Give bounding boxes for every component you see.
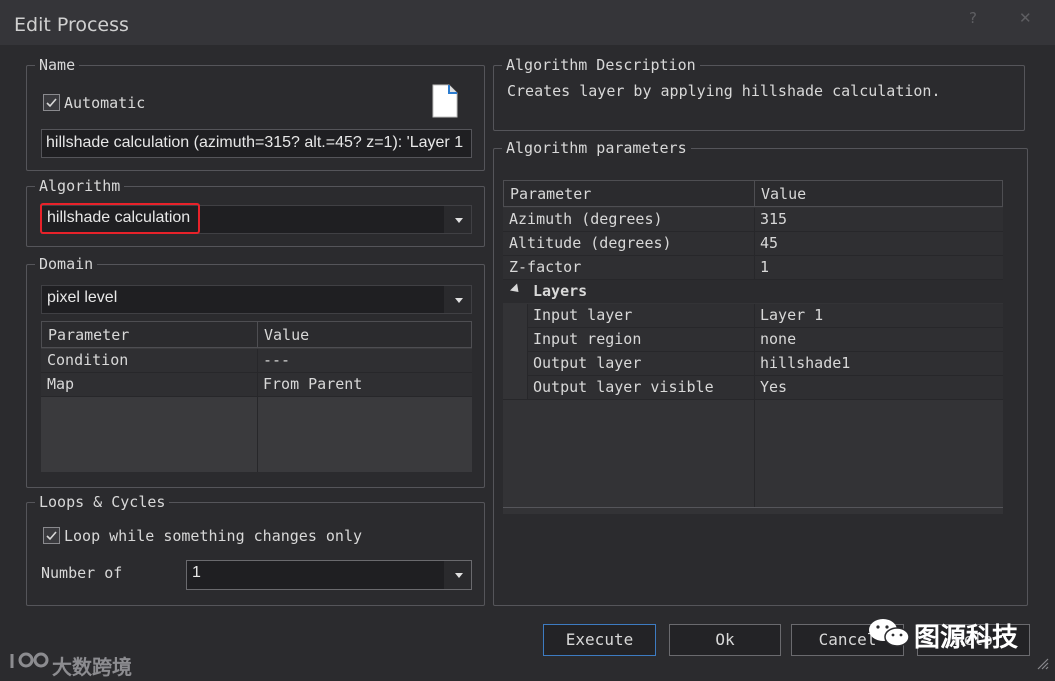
parameter-cell: Map bbox=[47, 375, 75, 393]
help-icon[interactable]: ? bbox=[969, 9, 977, 27]
window-title: Edit Process bbox=[14, 14, 129, 36]
value-cell: Yes bbox=[760, 378, 788, 396]
number-of-value: 1 bbox=[192, 564, 201, 581]
parameter-cell: Azimuth (degrees) bbox=[509, 210, 663, 228]
wechat-icon bbox=[867, 616, 911, 650]
column-header-value[interactable]: Value bbox=[754, 180, 1003, 207]
automatic-checkbox[interactable] bbox=[43, 94, 60, 111]
value-cell: 315 bbox=[760, 210, 788, 228]
table-row[interactable]: Azimuth (degrees) 315 bbox=[503, 208, 1003, 231]
chevron-down-icon[interactable] bbox=[443, 286, 471, 313]
algorithm-legend: Algorithm bbox=[35, 177, 125, 195]
domain-select[interactable]: pixel level bbox=[41, 285, 472, 314]
value-cell: none bbox=[760, 330, 797, 348]
close-icon[interactable]: ✕ bbox=[1019, 9, 1032, 27]
value-cell: hillshade1 bbox=[760, 354, 851, 372]
section-row-layers[interactable]: Layers bbox=[503, 280, 1003, 303]
expand-triangle-icon[interactable] bbox=[509, 283, 523, 296]
parameter-cell: Output layer visible bbox=[533, 378, 714, 396]
value-cell: 45 bbox=[760, 234, 779, 252]
name-field[interactable]: hillshade calculation (azimuth=315? alt.… bbox=[41, 129, 472, 158]
number-of-select[interactable]: 1 bbox=[186, 560, 472, 590]
column-divider bbox=[257, 349, 258, 472]
table-bottom-border bbox=[503, 507, 1003, 508]
loop-label: Loop while something changes only bbox=[64, 527, 363, 545]
column-divider bbox=[754, 208, 755, 280]
row-divider bbox=[503, 279, 1003, 280]
table-row[interactable]: Z-factor 1 bbox=[503, 256, 1003, 279]
domain-legend: Domain bbox=[35, 255, 98, 273]
parameter-cell: Input layer bbox=[533, 306, 633, 324]
description-text: Creates layer by applying hillshade calc… bbox=[507, 82, 941, 100]
row-divider bbox=[527, 351, 1003, 352]
domain-table: Parameter Value Condition --- Map From P… bbox=[41, 321, 472, 472]
loops-legend: Loops & Cycles bbox=[35, 493, 170, 511]
document-icon[interactable] bbox=[432, 84, 458, 118]
title-bar: Edit Process ? ✕ bbox=[0, 0, 1055, 45]
indent-divider bbox=[527, 304, 528, 400]
chevron-down-icon[interactable] bbox=[443, 206, 471, 233]
parameters-table: Parameter Value Azimuth (degrees) 315 Al… bbox=[503, 180, 1003, 514]
row-divider bbox=[503, 231, 1003, 232]
row-divider bbox=[503, 255, 1003, 256]
parameter-cell: Input region bbox=[533, 330, 642, 348]
parameters-legend: Algorithm parameters bbox=[502, 139, 691, 157]
value-cell: From Parent bbox=[263, 375, 363, 393]
table-row[interactable]: Input region none bbox=[527, 328, 1003, 351]
parameter-cell: Condition bbox=[47, 351, 129, 369]
column-header-value[interactable]: Value bbox=[257, 321, 472, 348]
chevron-down-icon[interactable] bbox=[443, 561, 471, 589]
table-row[interactable]: Output layer hillshade1 bbox=[527, 352, 1003, 375]
highlight-box bbox=[40, 203, 200, 234]
ok-button[interactable]: Ok bbox=[669, 624, 781, 656]
resize-grip-icon[interactable] bbox=[1035, 655, 1049, 670]
table-row[interactable]: Input layer Layer 1 bbox=[527, 304, 1003, 327]
value-cell: --- bbox=[263, 351, 291, 369]
value-cell: Layer 1 bbox=[760, 306, 824, 324]
row-divider bbox=[527, 327, 1003, 328]
checkmark-icon bbox=[46, 98, 57, 108]
loops-group: Loops & Cycles bbox=[26, 493, 485, 606]
column-header-parameter[interactable]: Parameter bbox=[41, 321, 258, 348]
value-cell: 1 bbox=[760, 258, 770, 276]
name-legend: Name bbox=[35, 56, 80, 74]
parameter-cell: Z-factor bbox=[509, 258, 582, 276]
number-of-label: Number of bbox=[41, 564, 123, 582]
watermark-right-text: 图源科技 bbox=[914, 623, 1019, 653]
execute-button[interactable]: Execute bbox=[543, 624, 656, 656]
table-row[interactable]: Altitude (degrees) 45 bbox=[503, 232, 1003, 255]
automatic-label: Automatic bbox=[64, 94, 146, 112]
domain-selected-value: pixel level bbox=[47, 289, 118, 306]
row-divider bbox=[503, 399, 1003, 400]
row-divider bbox=[527, 375, 1003, 376]
loop-checkbox[interactable] bbox=[43, 527, 60, 544]
description-legend: Algorithm Description bbox=[502, 56, 700, 74]
column-header-parameter[interactable]: Parameter bbox=[503, 180, 755, 207]
checkmark-icon bbox=[46, 531, 57, 541]
table-row[interactable]: Output layer visible Yes bbox=[527, 376, 1003, 399]
parameter-cell: Altitude (degrees) bbox=[509, 234, 672, 252]
parameter-cell: Output layer bbox=[533, 354, 642, 372]
column-divider bbox=[754, 304, 755, 507]
watermark-left-text: 大数跨境 bbox=[52, 655, 132, 679]
section-label: Layers bbox=[533, 282, 588, 300]
watermark-logo-icon bbox=[8, 648, 52, 674]
